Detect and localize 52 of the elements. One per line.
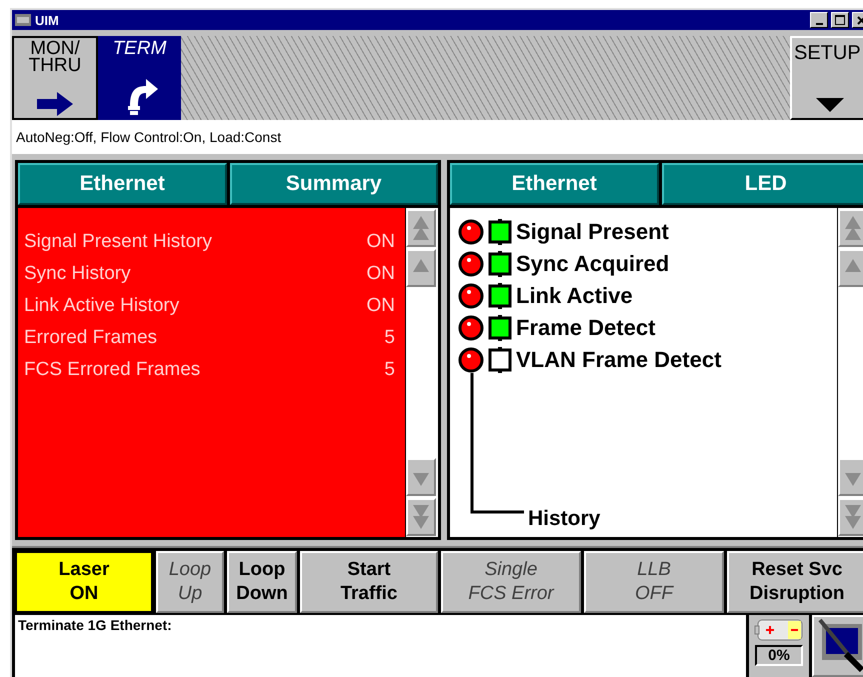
summary-value: ON <box>366 263 395 285</box>
right-arrow-icon <box>37 92 73 116</box>
scroll-down-button[interactable] <box>406 458 436 496</box>
scroll-top-button[interactable] <box>838 209 863 247</box>
summary-label: FCS Errored Frames <box>24 359 200 381</box>
mode-button[interactable]: MON/ THRU <box>12 36 98 120</box>
panel-header: Summary <box>230 163 438 205</box>
scroll-down-button[interactable] <box>838 458 863 496</box>
summary-label: Errored Frames <box>24 327 158 349</box>
scroll-down-icon <box>412 504 430 530</box>
setup-button[interactable]: SETUP <box>790 36 863 120</box>
led-label: VLAN Frame Detect <box>516 347 722 373</box>
message-text: Terminate 1G Ethernet: <box>15 615 746 677</box>
scroll-up-button[interactable] <box>838 249 863 287</box>
monitor-tool-button[interactable] <box>812 615 863 677</box>
action-button[interactable]: Laser ON <box>15 551 153 613</box>
summary-value: ON <box>366 231 395 253</box>
summary-value: 5 <box>384 327 395 349</box>
action-button[interactable]: Loop Down <box>227 551 297 613</box>
led-label: Link Active <box>516 283 633 309</box>
summary-label: Sync History <box>24 263 131 285</box>
scroll-bottom-button[interactable] <box>406 498 436 536</box>
scroll-up-icon <box>844 215 862 241</box>
panel-header: Ethernet <box>18 163 226 205</box>
maximize-button[interactable] <box>831 12 849 28</box>
panel-header: Ethernet <box>450 163 658 205</box>
summary-label: Link Active History <box>24 295 180 317</box>
led-label: Sync Acquired <box>516 251 670 277</box>
led-label: Signal Present <box>516 219 669 245</box>
app-icon <box>14 12 32 28</box>
scroll-up-icon <box>412 215 430 241</box>
window-title: UIM <box>35 12 60 28</box>
action-button[interactable]: Start Traffic <box>300 551 438 613</box>
action-button[interactable]: Reset Svc Disruption <box>727 551 863 613</box>
history-label: History <box>528 507 600 531</box>
scroll-bottom-button[interactable] <box>838 498 863 536</box>
panel-header: LED <box>662 163 863 205</box>
minimize-icon <box>816 23 822 25</box>
battery-reading: 0% <box>755 645 803 666</box>
summary-value: 5 <box>384 359 395 381</box>
scroll-top-button[interactable] <box>406 209 436 247</box>
dropdown-icon <box>816 98 844 112</box>
scroll-up-button[interactable] <box>406 249 436 287</box>
scroll-down-icon <box>844 504 862 530</box>
minimize-button[interactable] <box>810 12 828 28</box>
led-label: Frame Detect <box>516 315 656 341</box>
maximize-icon <box>835 15 845 25</box>
summary-label: Signal Present History <box>24 231 212 253</box>
mode-button[interactable]: TERM <box>98 36 181 120</box>
summary-value: ON <box>366 295 395 317</box>
close-icon <box>856 16 863 24</box>
monitor-icon <box>816 618 863 672</box>
